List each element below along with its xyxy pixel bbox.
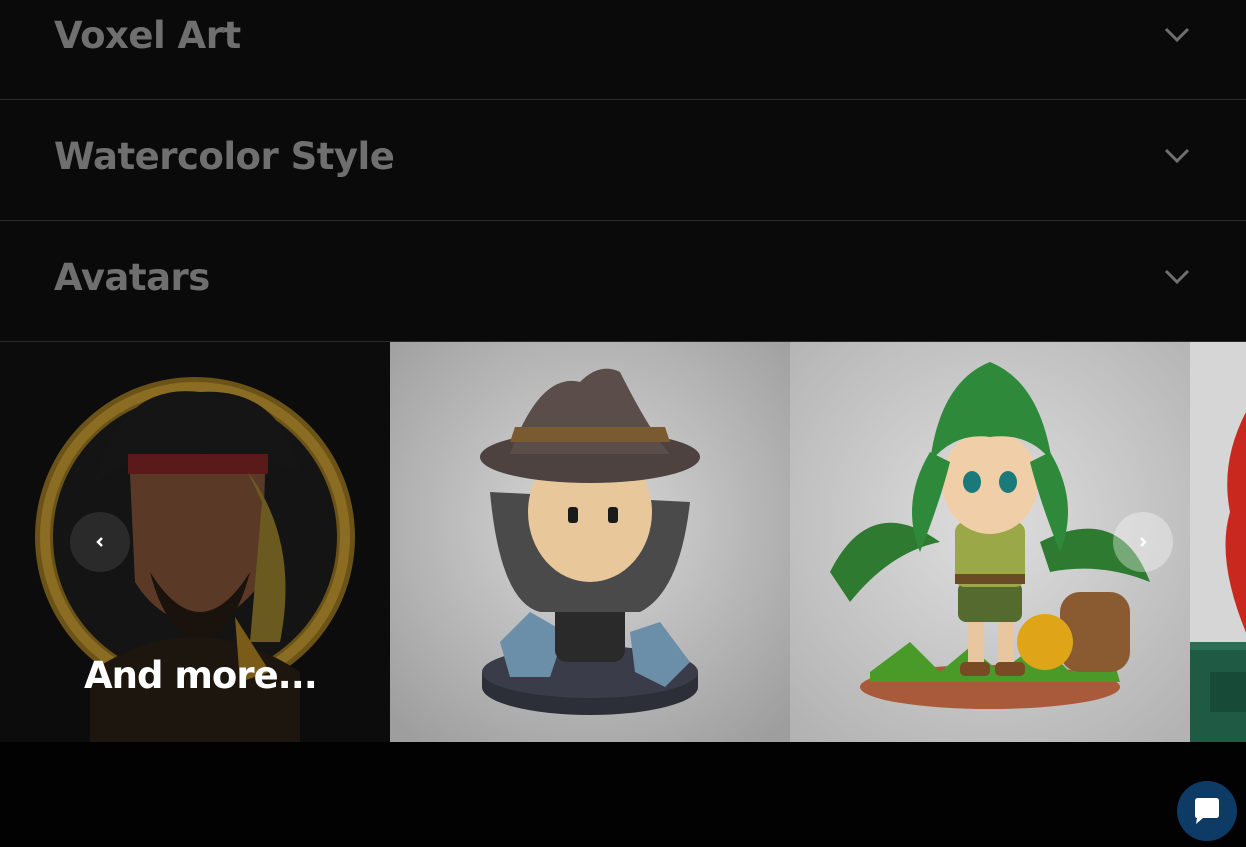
chevron-down-icon[interactable] <box>1164 269 1190 285</box>
wizard-figurine-image <box>390 342 790 742</box>
chevron-right-icon <box>1140 537 1147 547</box>
chevron-down-icon[interactable] <box>1164 148 1190 164</box>
chevron-down-icon[interactable] <box>1164 27 1190 43</box>
chat-bubble-icon <box>1195 798 1219 824</box>
carousel-slide-jungle-explorer[interactable] <box>790 342 1190 742</box>
accordion-title: Avatars <box>54 256 210 299</box>
red-character-figurine-image <box>1190 342 1246 742</box>
accordion-item-avatars[interactable]: Avatars <box>0 221 1246 342</box>
accordion-title: Voxel Art <box>54 14 241 57</box>
carousel-prev-button[interactable] <box>70 512 130 572</box>
chevron-left-icon <box>96 537 103 547</box>
accordion-item-watercolor-style[interactable]: Watercolor Style <box>0 100 1246 221</box>
carousel-next-button[interactable] <box>1113 512 1173 572</box>
and-more-label: And more... <box>84 654 318 697</box>
carousel-slide-wizard[interactable] <box>390 342 790 742</box>
accordion-item-voxel-art[interactable]: Voxel Art <box>0 0 1246 100</box>
carousel-slide-red-character[interactable] <box>1190 342 1246 742</box>
accordion-title: Watercolor Style <box>54 135 395 178</box>
avatar-carousel[interactable]: And more... <box>0 342 1246 742</box>
chat-launcher-button[interactable] <box>1177 781 1237 841</box>
carousel-slide-pirate[interactable]: And more... <box>0 342 390 742</box>
